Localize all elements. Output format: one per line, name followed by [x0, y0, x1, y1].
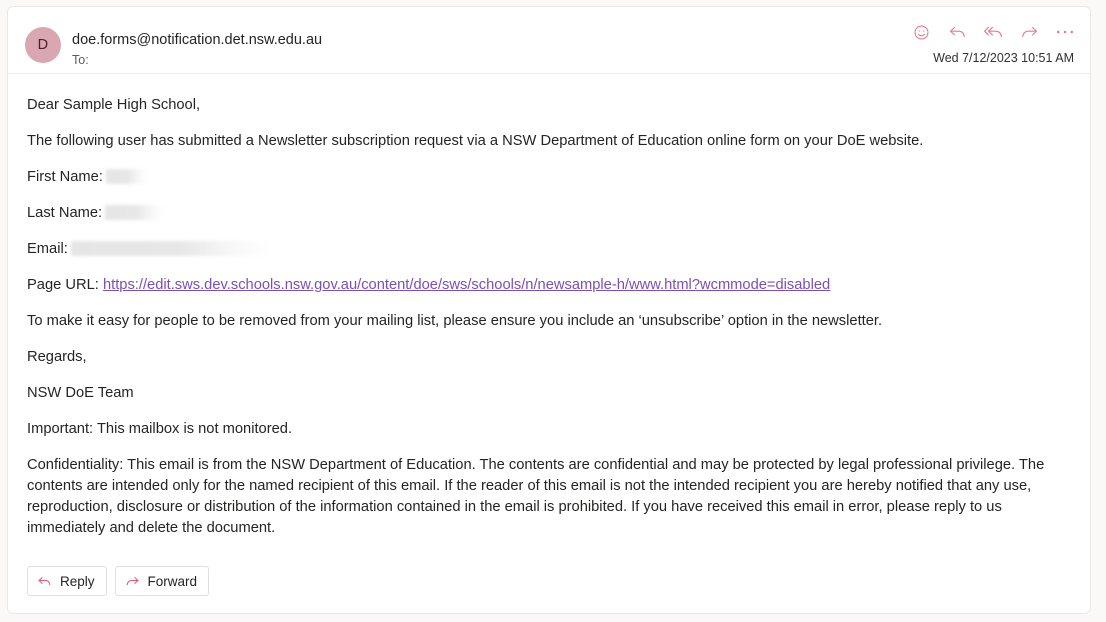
confidentiality-note: Confidentiality: This email is from the … [27, 457, 1045, 536]
reply-button-label: Reply [60, 573, 95, 589]
forward-arrow-icon [125, 574, 140, 589]
field-page-url: Page URL: https://edit.sws.dev.schools.n… [27, 275, 1071, 296]
sender-block: doe.forms@notification.det.nsw.edu.au To… [72, 30, 322, 69]
forward-icon[interactable] [1018, 21, 1040, 43]
header-actions [910, 21, 1076, 43]
message-body: Dear Sample High School, The following u… [8, 75, 1090, 555]
reply-button[interactable]: Reply [27, 566, 107, 596]
reading-pane: D doe.forms@notification.det.nsw.edu.au … [7, 6, 1091, 614]
reply-icon[interactable] [946, 21, 968, 43]
react-emoji-icon[interactable] [910, 21, 932, 43]
reply-all-icon[interactable] [982, 21, 1004, 43]
field-label-email: Email: [27, 241, 68, 257]
more-options-icon[interactable] [1054, 21, 1076, 43]
unsubscribe-note: To make it easy for people to be removed… [27, 313, 883, 329]
redacted-value-email [70, 241, 271, 256]
field-last-name: Last Name: [27, 203, 1071, 224]
avatar: D [25, 27, 61, 63]
field-first-name: First Name: [27, 167, 1071, 188]
forward-button[interactable]: Forward [114, 566, 210, 596]
redacted-value-first-name [105, 169, 147, 184]
intro-paragraph: The following user has submitted a Newsl… [27, 133, 924, 149]
message-footer: Reply Forward [8, 555, 1090, 613]
field-email: Email: [27, 239, 1071, 260]
sender-address[interactable]: doe.forms@notification.det.nsw.edu.au [72, 30, 322, 50]
field-label-first-name: First Name: [27, 169, 103, 185]
field-label-last-name: Last Name: [27, 205, 103, 221]
important-note: Important: This mailbox is not monitored… [27, 421, 293, 437]
redacted-value-last-name [105, 205, 164, 220]
message-header: D doe.forms@notification.det.nsw.edu.au … [8, 7, 1090, 74]
greeting-paragraph: Dear Sample High School, [27, 97, 201, 113]
page-url-link[interactable]: https://edit.sws.dev.schools.nsw.gov.au/… [103, 277, 830, 293]
recipient-label: To: [72, 53, 89, 67]
forward-button-label: Forward [147, 573, 198, 589]
reply-arrow-icon [37, 574, 52, 589]
field-label-page-url: Page URL: [27, 277, 99, 293]
regards-line: Regards, [27, 349, 87, 365]
signature-line: NSW DoE Team [27, 385, 134, 401]
message-timestamp: Wed 7/12/2023 10:51 AM [933, 51, 1074, 65]
